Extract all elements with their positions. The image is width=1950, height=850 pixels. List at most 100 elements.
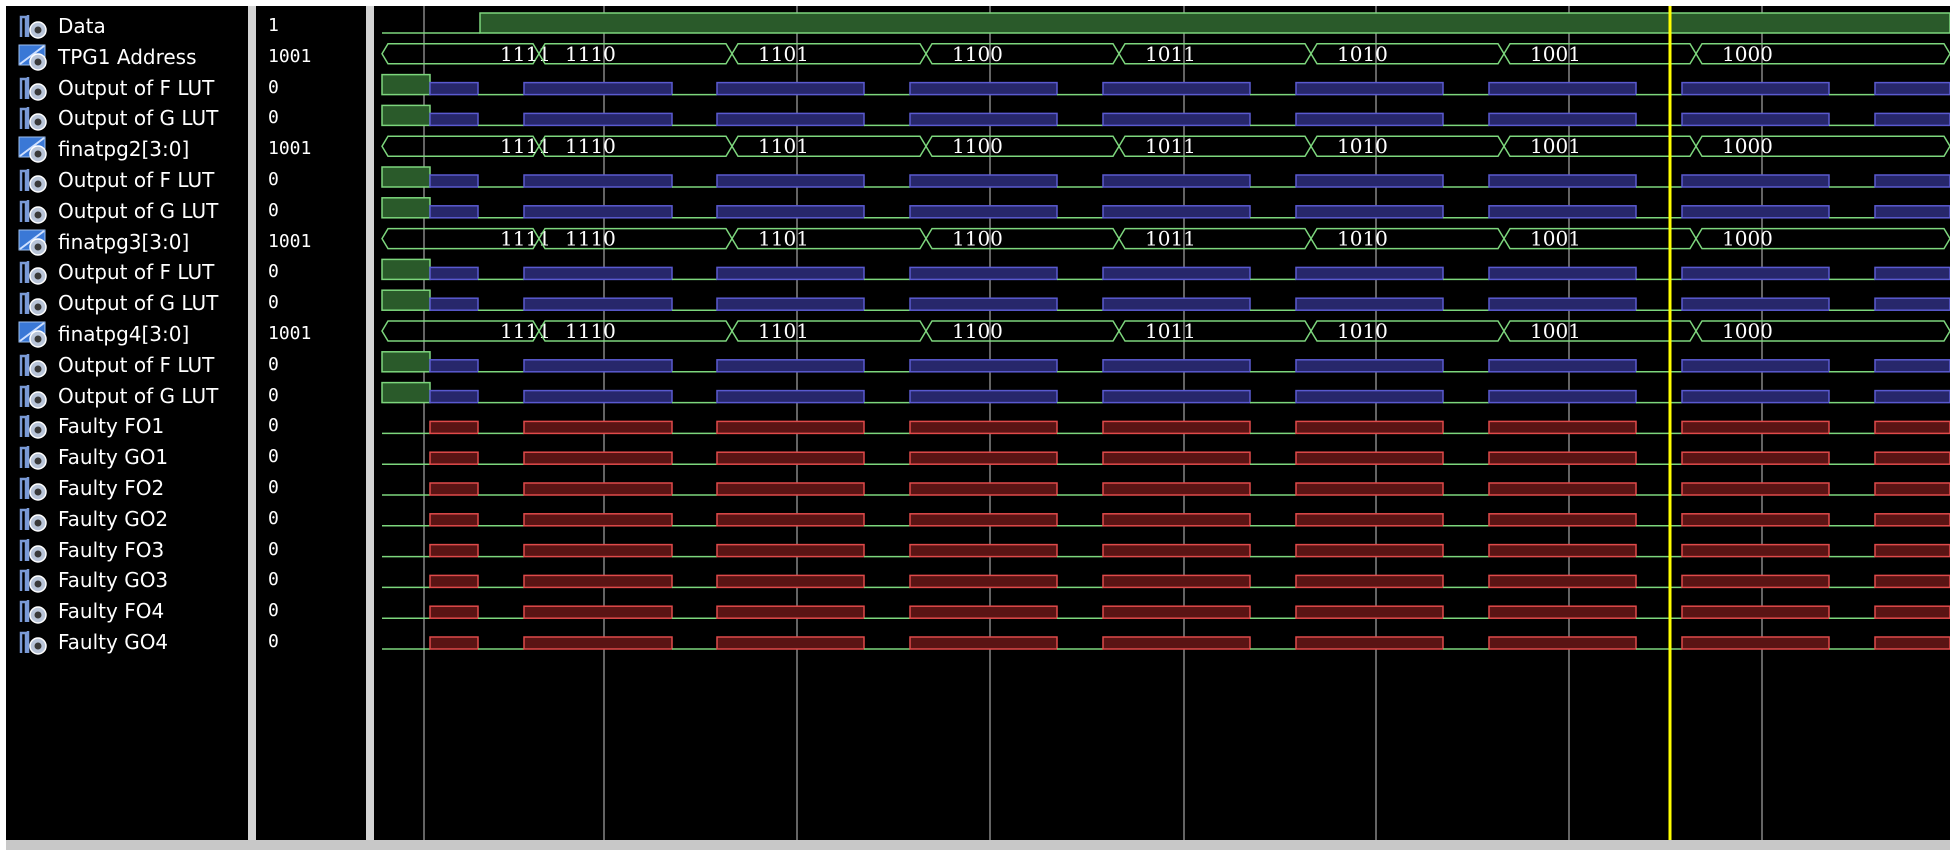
wave-high: [909, 81, 1058, 96]
signal-value: 0: [268, 538, 279, 560]
signal-name: finatpg2[3:0]: [58, 137, 190, 162]
signal-name: Output of G LUT: [58, 383, 219, 408]
waveform-panel[interactable]: 1111 1110 1101 1100 1011 1010 1001 1000 1111 1110…: [374, 6, 1950, 840]
bit-signal-icon: [18, 504, 48, 534]
wave-high: [523, 81, 673, 96]
wave-high: [1681, 266, 1830, 281]
wave-initial-pulse: [381, 381, 431, 404]
wave-high: [1488, 389, 1637, 404]
wave-high: [1295, 574, 1444, 589]
bus-value-label: 1110: [565, 134, 616, 158]
wave-high: [1681, 174, 1830, 188]
signal-name: Faulty GO2: [58, 506, 169, 531]
signal-name: Faulty GO1: [58, 445, 169, 470]
wave-high: [523, 174, 673, 188]
wave-high: [1681, 605, 1830, 619]
bus-value-label: 1011: [1145, 319, 1196, 343]
wave-initial-pulse: [381, 289, 431, 311]
signal-value: 0: [268, 384, 279, 406]
names-values-splitter[interactable]: [248, 6, 256, 840]
wave-high: [1102, 266, 1251, 281]
wave-high: [1874, 451, 1950, 465]
wave-high: [429, 574, 479, 589]
wave-high: [1874, 543, 1950, 558]
wave-high: [523, 543, 673, 558]
wave-high: [1681, 451, 1830, 465]
signal-name: Output of F LUT: [58, 260, 215, 285]
bus-value-label: 1101: [758, 319, 809, 343]
signal-value: 1001: [268, 138, 312, 160]
wave-high: [1874, 205, 1950, 219]
wave-high: [523, 574, 673, 589]
wave-high: [909, 513, 1058, 527]
bus-value-label: 1100: [952, 227, 1003, 251]
wave-high: [1102, 359, 1251, 373]
signal-name: Faulty FO1: [58, 414, 165, 439]
bus-value-label: 1110: [565, 319, 616, 343]
wave-high: [1295, 389, 1444, 404]
wave-high: [909, 543, 1058, 558]
wave-high: [1102, 482, 1251, 496]
wave-high: [909, 297, 1058, 311]
wave-high: [716, 266, 865, 281]
wave-high: [1874, 266, 1950, 281]
wave-high: [1874, 174, 1950, 188]
wave-high: [909, 574, 1058, 589]
wave-high: [1488, 174, 1637, 188]
wave-high: [909, 266, 1058, 281]
wave-high: [1295, 297, 1444, 311]
wave-high: [909, 451, 1058, 465]
signal-name: Output of F LUT: [58, 352, 215, 377]
wave-high: [909, 420, 1058, 435]
wave-high: [1874, 420, 1950, 435]
wave-high: [429, 636, 479, 650]
bus-value-label: 1001: [1530, 319, 1581, 343]
signal-name: Data: [58, 14, 106, 38]
wave-high: [1488, 297, 1637, 311]
wave-high: [523, 420, 673, 435]
wave-high: [716, 112, 865, 127]
waveform-canvas[interactable]: 1111 1110 1101 1100 1011 1010 1001 10001111 1110…: [374, 6, 1950, 840]
bus-value-label: 1011: [1145, 227, 1196, 251]
bit-signal-icon: [18, 473, 48, 503]
signal-value: 0: [268, 631, 279, 652]
bit-signal-icon: [18, 535, 48, 565]
bit-signal-icon: [18, 288, 48, 318]
bus-value-label: 1110: [565, 42, 616, 66]
signal-name: finatpg3[3:0]: [58, 229, 190, 254]
wave-high: [1102, 174, 1251, 188]
signal-name: Output of F LUT: [58, 75, 215, 100]
signal-value: 0: [268, 446, 279, 468]
bit-signal-icon: [18, 103, 48, 133]
bit-signal-icon: [18, 257, 48, 287]
wave-high: [1295, 451, 1444, 465]
signal-value: 0: [268, 353, 279, 375]
horizontal-scrollbar[interactable]: [6, 840, 1950, 850]
wave-high: [429, 451, 479, 465]
signal-name: TPG1 Address: [58, 44, 197, 69]
wave-high: [1102, 451, 1251, 465]
wave-high: [1488, 81, 1637, 96]
wave-high: [1874, 636, 1950, 650]
wave-high: [1102, 513, 1251, 527]
signal-value: 0: [268, 477, 279, 498]
wave-high: [429, 482, 479, 496]
signal-row[interactable]: Faulty GO4: [6, 623, 248, 661]
bus-signal-icon: [18, 42, 48, 72]
values-wave-splitter[interactable]: [366, 6, 374, 840]
wave-high: [909, 359, 1058, 373]
bus-value-label: 1100: [952, 134, 1003, 158]
wave-high: [716, 297, 865, 311]
wave-high: [1102, 543, 1251, 558]
wave-high: [1295, 266, 1444, 281]
wave-high: [1295, 112, 1444, 127]
signal-name: Faulty FO4: [58, 599, 165, 624]
signal-name: Faulty GO3: [58, 568, 169, 593]
bit-signal-icon: [18, 350, 48, 380]
wave-high: [1102, 112, 1251, 127]
bus-value-label: 1110: [565, 227, 616, 251]
wave-high: [1681, 513, 1830, 527]
wave-high: [1874, 482, 1950, 496]
wave-high: [716, 574, 865, 589]
wave-high: [1681, 636, 1830, 650]
